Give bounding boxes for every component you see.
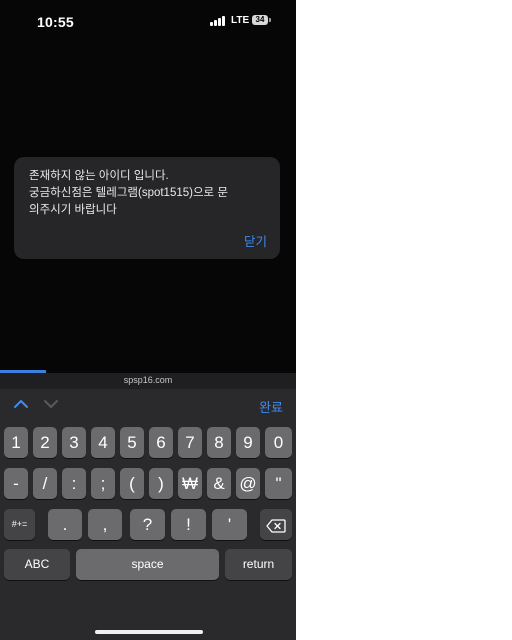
phone-screen: 10:55 LTE 34 존재하지 않는 아이디 입니다. 궁금하신점은 텔레그… — [0, 0, 296, 640]
return-key[interactable]: return — [225, 549, 292, 580]
status-time: 10:55 — [37, 14, 74, 30]
key-at[interactable]: @ — [236, 468, 260, 499]
key-4[interactable]: 4 — [91, 427, 115, 458]
alert-message: 존재하지 않는 아이디 입니다. 궁금하신점은 텔레그램(spot1515)으로… — [29, 168, 274, 219]
key-colon[interactable]: : — [62, 468, 86, 499]
close-button[interactable]: 닫기 — [244, 231, 267, 250]
network-type: LTE — [231, 15, 250, 26]
key-slash[interactable]: / — [33, 468, 57, 499]
alert-dialog: 존재하지 않는 아이디 입니다. 궁금하신점은 텔레그램(spot1515)으로… — [14, 157, 280, 259]
symbols-toggle-key[interactable]: #+= — [4, 509, 35, 540]
key-hyphen[interactable]: - — [4, 468, 28, 499]
abc-key[interactable]: ABC — [4, 549, 70, 580]
key-open-paren[interactable]: ( — [120, 468, 144, 499]
home-indicator[interactable] — [95, 630, 203, 634]
delete-key[interactable] — [260, 509, 292, 540]
done-button[interactable]: 완료 — [259, 397, 283, 416]
key-question[interactable]: ? — [130, 509, 165, 540]
key-close-paren[interactable]: ) — [149, 468, 173, 499]
battery-tip — [269, 18, 271, 22]
key-ampersand[interactable]: & — [207, 468, 231, 499]
battery-icon: 34 — [252, 15, 268, 25]
backspace-icon — [266, 518, 286, 533]
key-9[interactable]: 9 — [236, 427, 260, 458]
key-period[interactable]: . — [48, 509, 82, 540]
keyboard: 완료 1 2 3 4 5 6 7 8 9 0 - / : ; ( ) ₩ & @… — [0, 389, 296, 640]
key-8[interactable]: 8 — [207, 427, 231, 458]
key-exclamation[interactable]: ! — [171, 509, 206, 540]
space-key[interactable]: space — [76, 549, 219, 580]
key-3[interactable]: 3 — [62, 427, 86, 458]
key-2[interactable]: 2 — [33, 427, 57, 458]
chevron-down-icon[interactable] — [42, 395, 60, 413]
key-1[interactable]: 1 — [4, 427, 28, 458]
url-bar[interactable]: spsp16.com — [0, 373, 296, 389]
key-quote[interactable]: " — [265, 468, 292, 499]
key-7[interactable]: 7 — [178, 427, 202, 458]
key-won[interactable]: ₩ — [178, 468, 202, 499]
key-apostrophe[interactable]: ' — [212, 509, 247, 540]
alert-message-line: 의주시기 바랍니다 — [29, 204, 117, 216]
url-text: spsp16.com — [123, 375, 173, 385]
key-5[interactable]: 5 — [120, 427, 144, 458]
alert-message-line: 궁금하신점은 텔레그램(spot1515)으로 문 — [29, 187, 228, 199]
key-0[interactable]: 0 — [265, 427, 292, 458]
status-bar: 10:55 LTE 34 — [0, 0, 296, 44]
keyboard-toolbar: 완료 — [0, 389, 296, 421]
alert-message-line: 존재하지 않는 아이디 입니다. — [29, 170, 169, 182]
signal-icon — [210, 16, 226, 26]
key-6[interactable]: 6 — [149, 427, 173, 458]
key-comma[interactable]: , — [88, 509, 122, 540]
key-semicolon[interactable]: ; — [91, 468, 115, 499]
chevron-up-icon[interactable] — [12, 395, 30, 413]
